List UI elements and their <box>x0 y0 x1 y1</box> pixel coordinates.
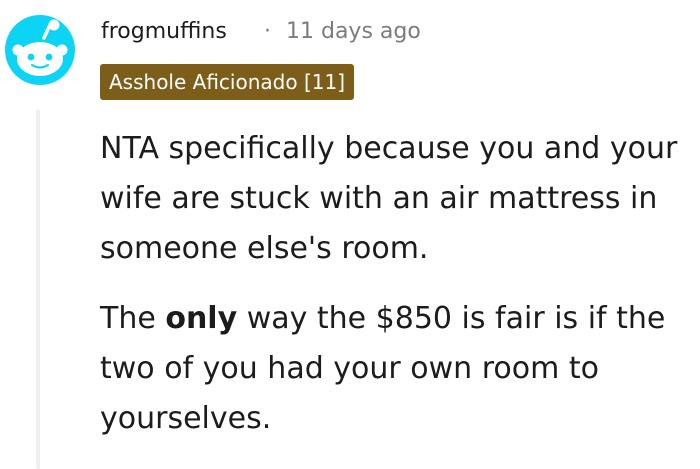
comment-body: NTA specifically because you and your wi… <box>100 124 698 464</box>
paragraph-2-emphasis: only <box>165 301 238 336</box>
comment-paragraph-1: NTA specifically because you and your wi… <box>100 131 678 266</box>
reddit-snoo-icon <box>5 15 75 85</box>
user-flair: Asshole Aficionado [11] <box>100 64 354 100</box>
paragraph-2-before: The <box>100 301 166 336</box>
avatar[interactable] <box>4 14 76 86</box>
comment-paragraph-2: The only way the $850 is fair is if the … <box>100 294 698 444</box>
comment-timestamp[interactable]: 11 days ago <box>286 16 421 48</box>
comment-author[interactable]: frogmuffins <box>101 16 227 48</box>
meta-separator: · <box>264 19 271 44</box>
thread-collapse-line[interactable] <box>36 110 40 469</box>
